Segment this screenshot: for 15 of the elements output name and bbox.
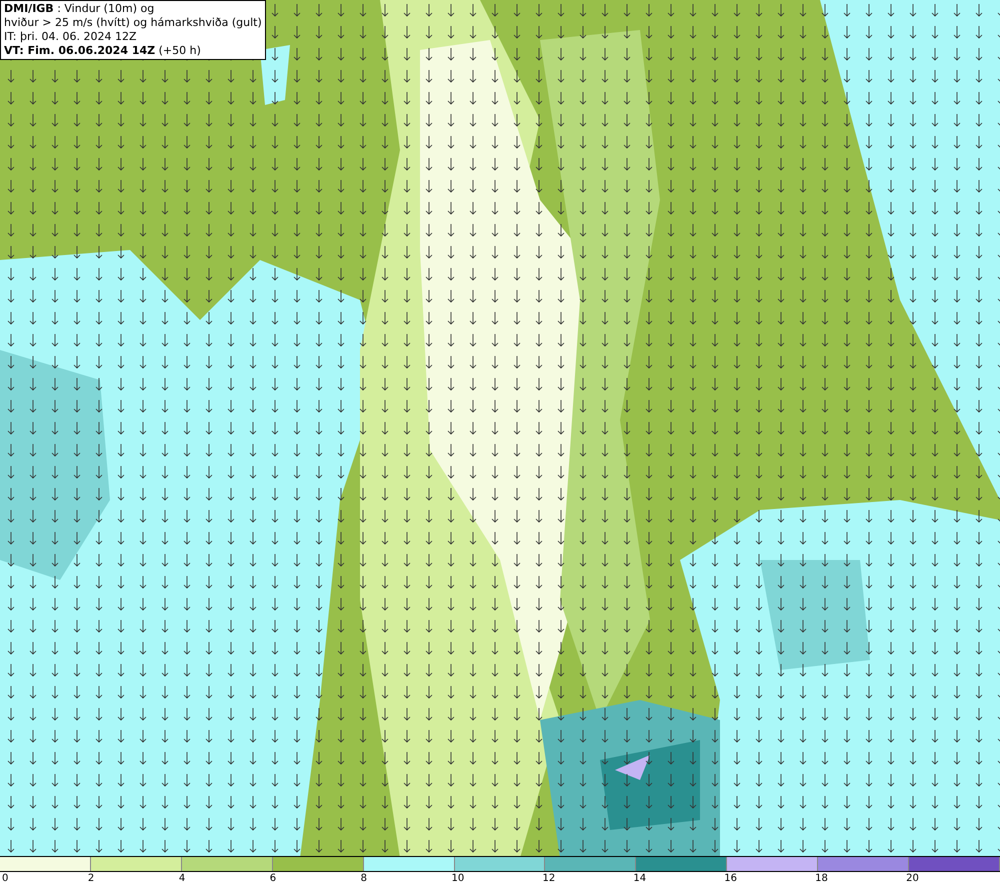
- legend-label: 6: [270, 872, 276, 886]
- legend-label: 18: [815, 872, 828, 886]
- legend-label: 20: [906, 872, 919, 886]
- legend-label: 8: [360, 872, 367, 886]
- legend-label: 10: [452, 872, 464, 886]
- title-text: IT: þri. 04. 06. 2024 12Z: [4, 30, 138, 44]
- legend-label: 12: [542, 872, 556, 886]
- title-text: VT: Fim. 06.06.2024 14Z (+50 h): [4, 44, 202, 58]
- legend-label: 14: [633, 872, 646, 886]
- legend-label: 0: [2, 872, 8, 886]
- legend-label: 4: [178, 872, 186, 886]
- legend-label: 16: [724, 872, 737, 886]
- title-text: hviður > 25 m/s (hvítt) og hámarkshviða (gult): [4, 16, 262, 30]
- title-text: DMI/IGB : Vindur (10m) og: [4, 2, 156, 16]
- legend-label: 2: [88, 872, 94, 886]
